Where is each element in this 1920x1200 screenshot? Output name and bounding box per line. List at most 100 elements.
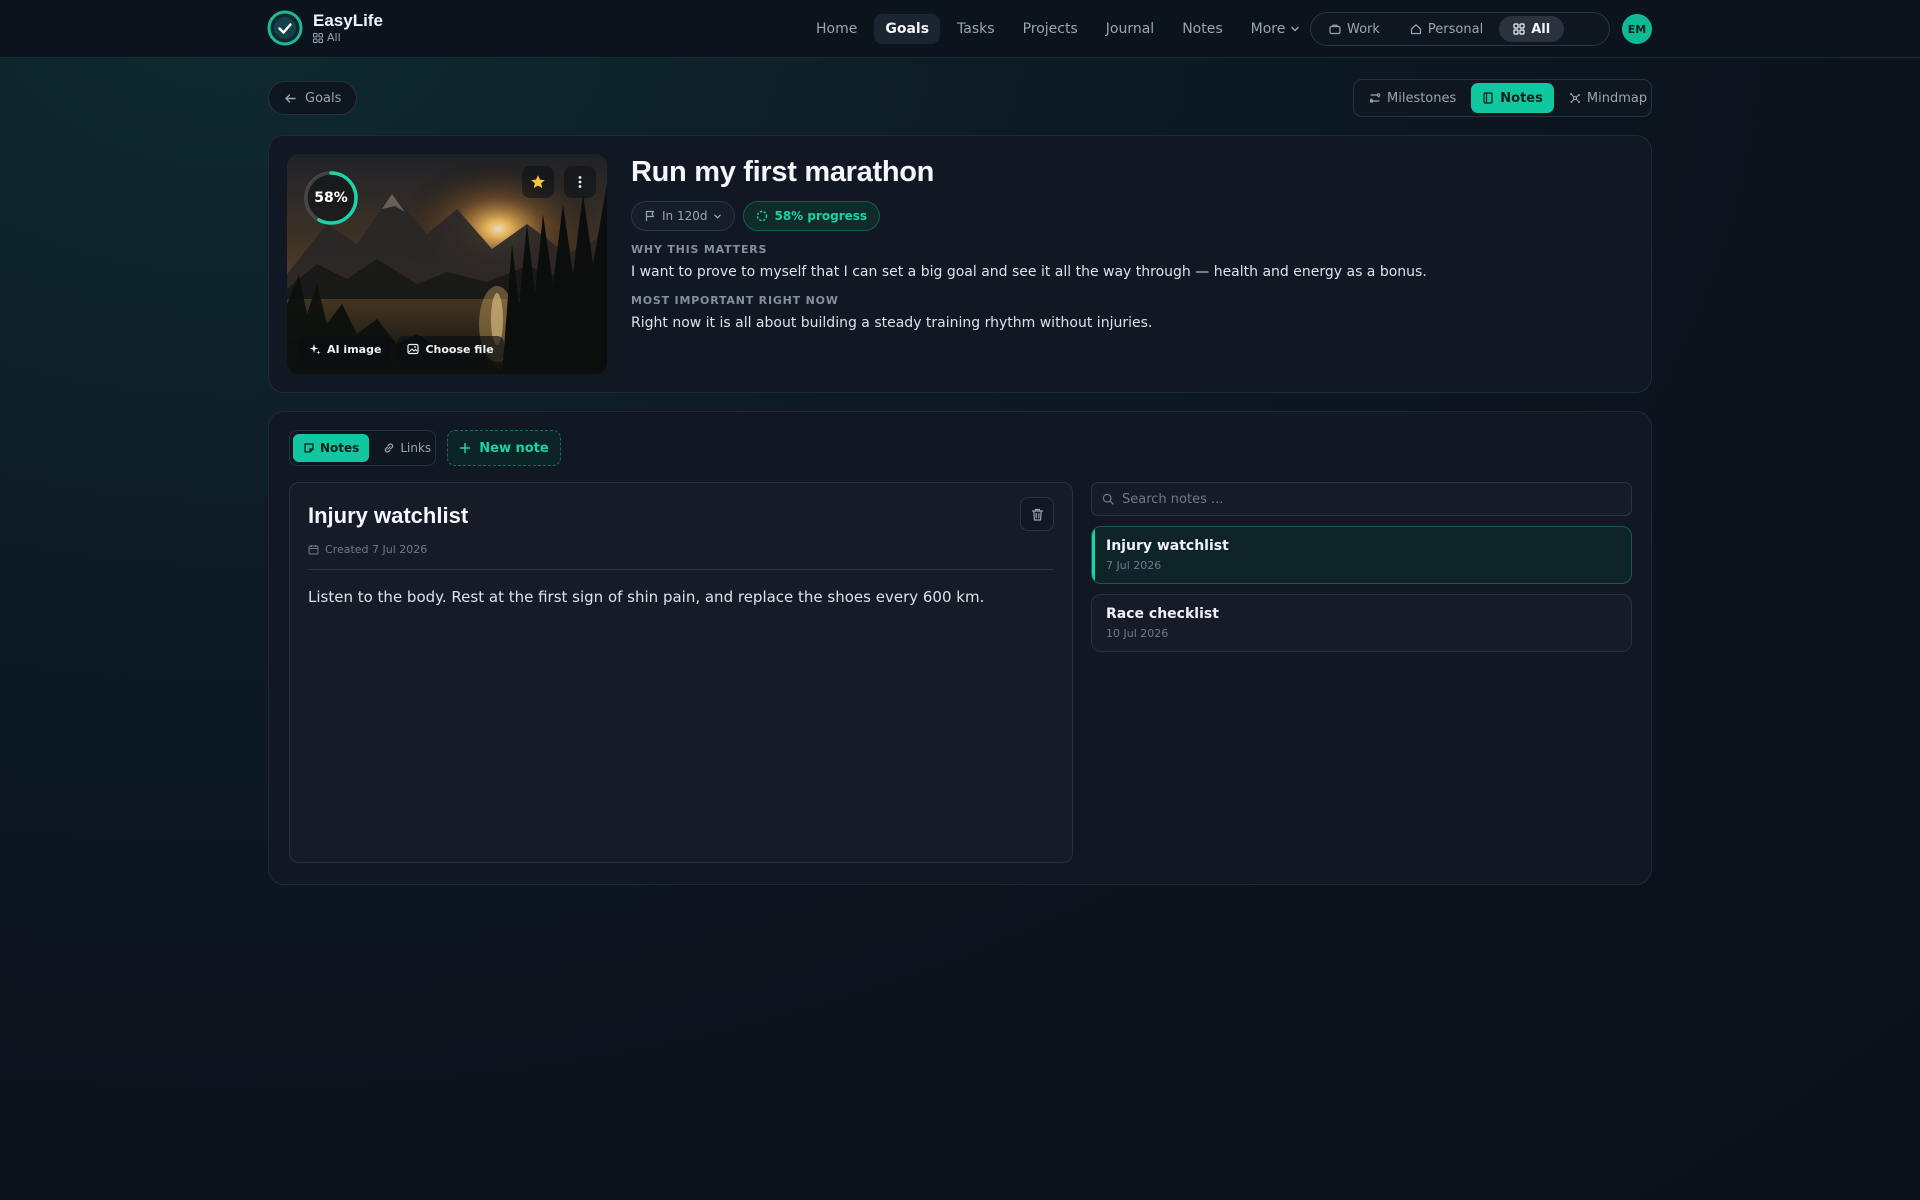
choose-file-button[interactable]: Choose file [397,336,504,362]
nav-more-label: More [1250,21,1286,37]
note-list-item[interactable]: Race checklist 10 Jul 2026 [1091,594,1632,652]
new-note-button[interactable]: New note [447,430,561,466]
app-name: EasyLife [313,11,383,30]
view-notes-label: Notes [1500,90,1543,106]
note-created-date: Created 7 Jul 2026 [325,543,428,556]
image-icon [407,343,420,355]
kebab-menu-icon [578,176,582,188]
deadline-chip[interactable]: In 120d [631,201,736,231]
notes-panel: Notes Links New note Injury watchlist Cr… [268,411,1652,885]
view-switch: Milestones Notes Mindmap [1353,79,1652,117]
note-list-item-date: 10 Jul 2026 [1106,627,1169,640]
goal-chips: In 120d 58% progress [631,201,1611,231]
loader-icon [757,210,768,222]
note-icon [304,443,314,453]
note-created-meta: Created 7 Jul 2026 [308,543,427,556]
new-note-label: New note [479,440,549,456]
progress-chip-label: 58% progress [774,209,868,223]
brand-scope: All [313,31,383,45]
tab-notes-label: Notes [320,441,360,455]
nav-projects[interactable]: Projects [1012,14,1089,44]
mindmap-icon [1569,93,1580,103]
notebook-icon [1483,92,1493,104]
note-editor-title[interactable]: Injury watchlist [308,501,468,531]
main-nav: Home Goals Tasks Projects Journal Notes … [805,14,1311,44]
search-notes-input[interactable] [1122,491,1621,507]
cover-actions: AI image Choose file [299,336,504,362]
nav-journal-label: Journal [1105,21,1155,37]
flag-icon [645,210,655,221]
trash-icon [1031,508,1043,521]
link-icon [385,443,394,453]
why-label: WHY THIS MATTERS [631,243,768,256]
nav-tasks-label: Tasks [957,21,995,37]
notes-tabs: Notes Links [289,430,436,466]
scope-all-label: All [1531,21,1551,37]
scope-personal-button[interactable]: Personal [1396,16,1497,42]
progress-percent: 58% [314,190,348,206]
focus-label: MOST IMPORTANT RIGHT NOW [631,294,839,307]
top-bar: EasyLife All Home Goals Tasks Projects J… [0,0,1920,58]
nav-goals[interactable]: Goals [874,14,941,44]
view-mindmap-label: Mindmap [1586,90,1648,106]
grid-icon [313,33,323,43]
note-editor: Injury watchlist Created 7 Jul 2026 List… [289,482,1073,863]
nav-notes[interactable]: Notes [1171,14,1233,44]
nav-tasks[interactable]: Tasks [946,14,1006,44]
brand[interactable]: EasyLife All [267,10,383,46]
ai-image-label: AI image [327,342,382,356]
home-icon [1410,24,1422,35]
scope-work-label: Work [1347,21,1380,37]
search-notes-box [1091,482,1632,516]
scope-switch: Work Personal All [1310,12,1610,46]
avatar[interactable]: EM [1622,14,1652,44]
more-options-button[interactable] [564,166,596,198]
view-milestones-button[interactable]: Milestones [1358,83,1467,113]
tab-notes[interactable]: Notes [293,434,370,462]
favorite-button[interactable] [522,166,554,198]
goal-info: Run my first marathon In 120d 58% progre… [631,152,1611,333]
back-label: Goals [305,90,342,106]
nav-notes-label: Notes [1182,21,1223,37]
note-list-item[interactable]: Injury watchlist 7 Jul 2026 [1091,526,1632,584]
goal-cover-image[interactable]: 58% AI image Choose file [287,154,607,374]
check-circle-icon [267,10,303,46]
scope-personal-label: Personal [1427,21,1484,37]
sparkles-icon [309,344,321,355]
editor-divider [308,569,1054,570]
scope-work-button[interactable]: Work [1315,16,1394,42]
notes-sidebar: Injury watchlist 7 Jul 2026 Race checkli… [1091,482,1632,652]
arrow-left-icon [285,93,296,103]
grid-icon [1513,23,1525,35]
view-mindmap-button[interactable]: Mindmap [1558,83,1658,113]
note-list-item-title: Injury watchlist [1106,538,1229,554]
delete-note-button[interactable] [1020,497,1054,531]
choose-file-label: Choose file [425,342,494,356]
nav-journal[interactable]: Journal [1095,14,1165,44]
tab-links[interactable]: Links [373,434,441,462]
deadline-chip-label: In 120d [662,209,708,223]
briefcase-icon [1329,24,1341,35]
milestones-icon [1369,93,1381,103]
scope-all-button[interactable]: All [1499,16,1565,42]
calendar-icon [308,545,319,555]
nav-home[interactable]: Home [805,14,868,44]
back-to-goals-button[interactable]: Goals [268,81,358,115]
nav-more[interactable]: More [1240,14,1312,44]
brand-scope-label: All [327,31,341,44]
note-list-item-title: Race checklist [1106,606,1219,622]
ai-image-button[interactable]: AI image [299,336,392,362]
nav-home-label: Home [816,21,858,37]
brand-text: EasyLife All [313,11,383,45]
goal-card: 58% AI image Choose file Run my first ma… [268,135,1652,393]
view-milestones-label: Milestones [1387,90,1457,106]
chevron-down-icon [714,214,722,219]
chevron-down-icon [1291,26,1300,32]
focus-text: Right now it is all about building a ste… [631,315,1153,331]
view-notes-button[interactable]: Notes [1471,83,1554,113]
star-icon [531,175,545,188]
note-editor-body[interactable]: Listen to the body. Rest at the first si… [308,586,1054,608]
nav-projects-label: Projects [1022,21,1078,37]
avatar-initials: EM [1627,22,1647,36]
tab-links-label: Links [400,441,432,455]
